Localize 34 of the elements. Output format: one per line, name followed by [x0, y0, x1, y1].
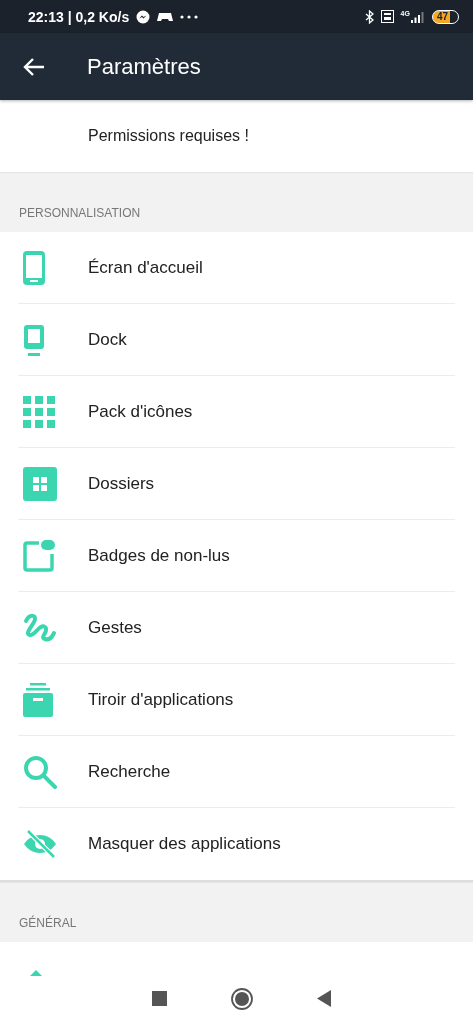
signal-icon [410, 10, 425, 23]
back-arrow-icon[interactable] [23, 56, 45, 77]
settings-item[interactable]: Masquer des applications [18, 808, 455, 880]
more-icon [180, 14, 199, 19]
archive-icon [23, 682, 53, 717]
grid-icon [23, 395, 55, 428]
settings-item[interactable]: Écran d'accueil [18, 232, 455, 304]
permissions-item[interactable]: Permissions requises ! [0, 100, 473, 172]
caret-up-icon [30, 970, 42, 976]
game-icon [157, 10, 174, 23]
messenger-icon [136, 9, 151, 24]
section-header: PERSONNALISATION [19, 206, 141, 220]
settings-item[interactable]: Dossiers [18, 448, 455, 520]
bluetooth-icon [364, 9, 374, 24]
settings-item[interactable]: Tiroir d'applications [18, 664, 455, 736]
section-header: GÉNÉRAL [19, 916, 77, 930]
search-icon [23, 754, 57, 789]
back-button[interactable] [317, 990, 331, 1007]
settings-item[interactable]: Badges de non-lus [18, 520, 455, 592]
phone-icon [23, 250, 45, 285]
volte-icon [380, 10, 394, 23]
status-time: 22:13 | 0,2 Ko/s [28, 8, 130, 25]
settings-item[interactable]: Gestes [18, 592, 455, 664]
badge-icon [23, 539, 55, 572]
battery-indicator: 47 [431, 9, 459, 24]
home-button[interactable] [231, 987, 253, 1010]
screen-title: Paramètres [87, 53, 201, 80]
settings-item[interactable]: Recherche [18, 736, 455, 808]
squiggle-icon [23, 611, 57, 644]
dock-icon [23, 322, 45, 357]
folder-icon [23, 466, 57, 501]
eye-off-icon [23, 829, 57, 859]
settings-item[interactable]: Pack d'icônes [18, 376, 455, 448]
settings-item[interactable]: Dock [18, 304, 455, 376]
